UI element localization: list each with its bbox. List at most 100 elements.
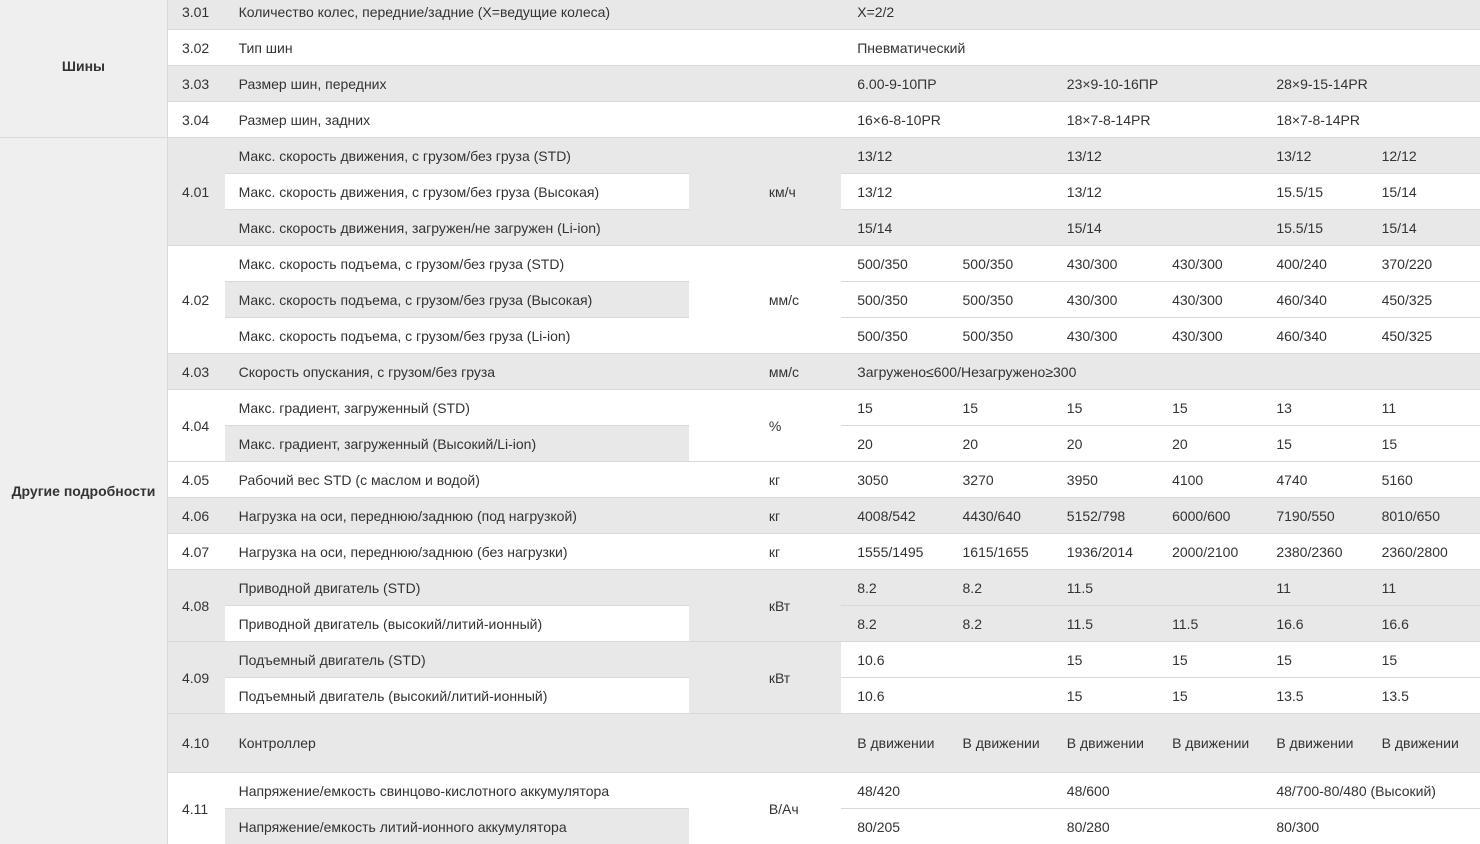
- row-value: Пневматический: [841, 30, 1480, 66]
- row-value: 500/350: [841, 246, 946, 282]
- row-value: 2000/2100: [1156, 534, 1260, 570]
- row-description: Контроллер: [225, 714, 689, 773]
- row-description: Приводной двигатель (STD): [225, 570, 689, 606]
- row-value: 15: [1051, 678, 1156, 714]
- row-value: 4008/542: [841, 498, 946, 534]
- row-code: 4.01: [167, 138, 224, 246]
- row-value: 11: [1366, 390, 1480, 426]
- row-description: Макс. скорость подъема, с грузом/без гру…: [225, 282, 689, 318]
- table-row: Шины 3.01 Количество колес, передние/зад…: [0, 0, 1480, 30]
- row-description: Макс. скорость движения, загружен/не заг…: [225, 210, 689, 246]
- row-value: 15.5/15: [1260, 210, 1365, 246]
- row-value: 7190/550: [1260, 498, 1365, 534]
- row-value: 13.5: [1366, 678, 1480, 714]
- row-unit: кг: [689, 534, 841, 570]
- row-value: 48/420: [841, 773, 1051, 809]
- row-code: 3.03: [167, 66, 224, 102]
- row-value: 23×9-10-16ПР: [1051, 66, 1261, 102]
- row-code: 3.02: [167, 30, 224, 66]
- row-value: 8010/650: [1366, 498, 1480, 534]
- row-value: 430/300: [1156, 282, 1260, 318]
- row-value: 15: [1260, 426, 1365, 462]
- row-value: 15: [1366, 426, 1480, 462]
- row-value: 48/600: [1051, 773, 1261, 809]
- row-value: 15: [1156, 642, 1260, 678]
- row-unit: В/Ач: [689, 773, 841, 844]
- row-value: В движении: [1260, 714, 1365, 773]
- table-row: 4.04 Макс. градиент, загруженный (STD) %…: [0, 390, 1480, 426]
- row-code: 4.11: [167, 773, 224, 844]
- row-code: 4.09: [167, 642, 224, 714]
- row-value: 15: [1156, 678, 1260, 714]
- row-value: 16×6-8-10PR: [841, 102, 1051, 138]
- row-value: 11.5: [1051, 606, 1156, 642]
- row-value: 11.5: [1051, 570, 1156, 606]
- row-value: 13: [1260, 390, 1365, 426]
- table-row: 4.11 Напряжение/емкость свинцово-кислотн…: [0, 773, 1480, 809]
- row-unit: км/ч: [689, 138, 841, 246]
- row-value: 430/300: [1051, 282, 1156, 318]
- row-value: В движении: [1051, 714, 1156, 773]
- row-value: 5152/798: [1051, 498, 1156, 534]
- spec-table: Шины 3.01 Количество колес, передние/зад…: [0, 0, 1480, 844]
- row-value: 500/350: [841, 318, 946, 354]
- row-value: 500/350: [947, 246, 1051, 282]
- row-value: 13/12: [1051, 174, 1261, 210]
- row-code: 4.07: [167, 534, 224, 570]
- row-code: 4.05: [167, 462, 224, 498]
- row-value: 430/300: [1156, 246, 1260, 282]
- row-value: 430/300: [1051, 246, 1156, 282]
- row-description: Тип шин: [225, 30, 842, 66]
- row-value: 8.2: [947, 606, 1051, 642]
- row-value: 18×7-8-14PR: [1051, 102, 1261, 138]
- row-value: 1936/2014: [1051, 534, 1156, 570]
- row-value: 20: [1051, 426, 1156, 462]
- row-value: 10.6: [841, 642, 946, 678]
- row-description: Макс. скорость движения, с грузом/без гр…: [225, 174, 689, 210]
- row-value: 4740: [1260, 462, 1365, 498]
- table-row: 4.07 Нагрузка на оси, переднюю/заднюю (б…: [0, 534, 1480, 570]
- row-value: 13/12: [1260, 138, 1365, 174]
- row-value: X=2/2: [841, 0, 1480, 30]
- row-code: 3.04: [167, 102, 224, 138]
- row-value: 80/300: [1260, 809, 1480, 844]
- row-value: 15/14: [1051, 210, 1261, 246]
- row-value: 1615/1655: [947, 534, 1051, 570]
- row-description: Макс. скорость подъема, с грузом/без гру…: [225, 318, 689, 354]
- row-value: 10.6: [841, 678, 946, 714]
- row-unit: кг: [689, 462, 841, 498]
- row-description: Нагрузка на оси, переднюю/заднюю (под на…: [225, 498, 689, 534]
- row-description: Макс. скорость движения, с грузом/без гр…: [225, 138, 689, 174]
- row-code: 4.03: [167, 354, 224, 390]
- row-value: 20: [947, 426, 1051, 462]
- row-value: 16.6: [1260, 606, 1365, 642]
- row-value: В движении: [1366, 714, 1480, 773]
- row-description: Скорость опускания, с грузом/без груза: [225, 354, 689, 390]
- table-row: Другие подробности 4.01 Макс. скорость д…: [0, 138, 1480, 174]
- row-description: Размер шин, передних: [225, 66, 842, 102]
- row-value: 6.00-9-10ПР: [841, 66, 1051, 102]
- row-value: 15: [841, 390, 946, 426]
- row-description: Приводной двигатель (высокий/литий-ионны…: [225, 606, 689, 642]
- row-value: 15: [1156, 390, 1260, 426]
- row-value: 11: [1260, 570, 1365, 606]
- row-value: 8.2: [841, 570, 946, 606]
- row-value: 450/325: [1366, 282, 1480, 318]
- row-value: Загружено≤600/Незагружено≥300: [841, 354, 1480, 390]
- row-value: 15: [1366, 642, 1480, 678]
- row-value: 15/14: [1366, 210, 1480, 246]
- row-description: Нагрузка на оси, переднюю/заднюю (без на…: [225, 534, 689, 570]
- row-value: 15: [1051, 390, 1156, 426]
- row-value: 500/350: [947, 318, 1051, 354]
- row-value: 80/280: [1051, 809, 1261, 844]
- table-row: 4.02 Макс. скорость подъема, с грузом/бе…: [0, 246, 1480, 282]
- row-description: Размер шин, задних: [225, 102, 842, 138]
- row-value: В движении: [1156, 714, 1260, 773]
- row-value: 13/12: [841, 138, 1051, 174]
- row-description: Макс. скорость подъема, с грузом/без гру…: [225, 246, 689, 282]
- row-unit: мм/с: [689, 354, 841, 390]
- row-value: 20: [841, 426, 946, 462]
- row-code: 3.01: [167, 0, 224, 30]
- row-value: 13/12: [1051, 138, 1261, 174]
- row-value: 430/300: [1051, 318, 1156, 354]
